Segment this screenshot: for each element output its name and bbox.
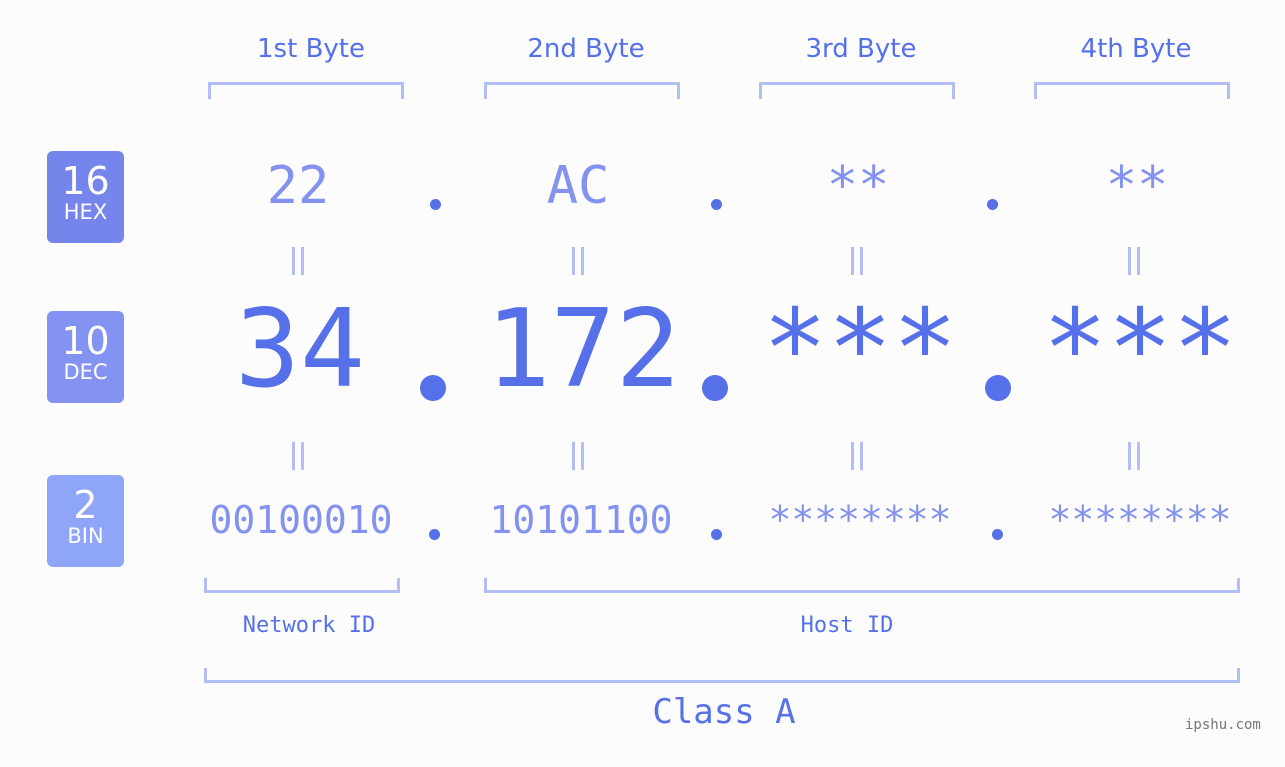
dec-dot-3: [985, 375, 1011, 401]
hex-dot-3: [987, 199, 998, 210]
hex-byte-2: AC: [546, 156, 610, 216]
byte-bracket-2: [484, 82, 680, 99]
equals-icon: [572, 247, 584, 275]
equals-icon: [292, 247, 304, 275]
hex-badge: 16 HEX: [47, 151, 124, 243]
dec-byte-1: 34: [234, 287, 366, 412]
host-bracket: [484, 578, 1240, 593]
dec-label: DEC: [63, 360, 108, 384]
bin-byte-4: ********: [1048, 498, 1232, 542]
bin-badge: 2 BIN: [47, 475, 124, 567]
byte-bracket-4: [1034, 82, 1230, 99]
watermark: ipshu.com: [1185, 717, 1261, 733]
dec-badge: 10 DEC: [47, 311, 124, 403]
equals-icon: [572, 442, 584, 470]
hex-label: HEX: [63, 200, 108, 224]
dec-base: 10: [61, 319, 110, 363]
bin-dot-2: [711, 529, 722, 540]
bin-base: 2: [73, 483, 98, 527]
byte-bracket-3: [759, 82, 955, 99]
hex-base: 16: [61, 159, 110, 203]
equals-icon: [1128, 247, 1140, 275]
byte-header-4: 4th Byte: [1080, 34, 1192, 64]
hex-byte-3: **: [826, 156, 890, 216]
byte-header-3: 3rd Byte: [805, 34, 917, 64]
equals-icon: [292, 442, 304, 470]
hex-dot-2: [711, 199, 722, 210]
class-bracket: [204, 668, 1240, 683]
network-bracket: [204, 578, 400, 593]
dec-dot-2: [702, 375, 728, 401]
byte-bracket-1: [208, 82, 404, 99]
equals-icon: [851, 247, 863, 275]
bin-byte-1: 00100010: [209, 498, 393, 542]
hex-byte-4: **: [1105, 156, 1169, 216]
byte-header-2: 2nd Byte: [527, 34, 645, 64]
class-label: Class A: [652, 692, 796, 732]
network-id-label: Network ID: [242, 613, 376, 638]
bin-byte-2: 10101100: [489, 498, 673, 542]
dec-dot-1: [420, 375, 446, 401]
host-id-label: Host ID: [800, 613, 894, 638]
bin-byte-3: ********: [768, 498, 952, 542]
dec-byte-3: ***: [762, 287, 958, 412]
dec-byte-2: 172: [485, 287, 681, 412]
bin-label: BIN: [67, 524, 104, 548]
bin-dot-1: [429, 529, 440, 540]
equals-icon: [1128, 442, 1140, 470]
hex-dot-1: [430, 199, 441, 210]
hex-byte-1: 22: [266, 156, 330, 216]
bin-dot-3: [992, 529, 1003, 540]
byte-header-1: 1st Byte: [257, 34, 365, 64]
dec-byte-4: ***: [1042, 287, 1238, 412]
equals-icon: [851, 442, 863, 470]
